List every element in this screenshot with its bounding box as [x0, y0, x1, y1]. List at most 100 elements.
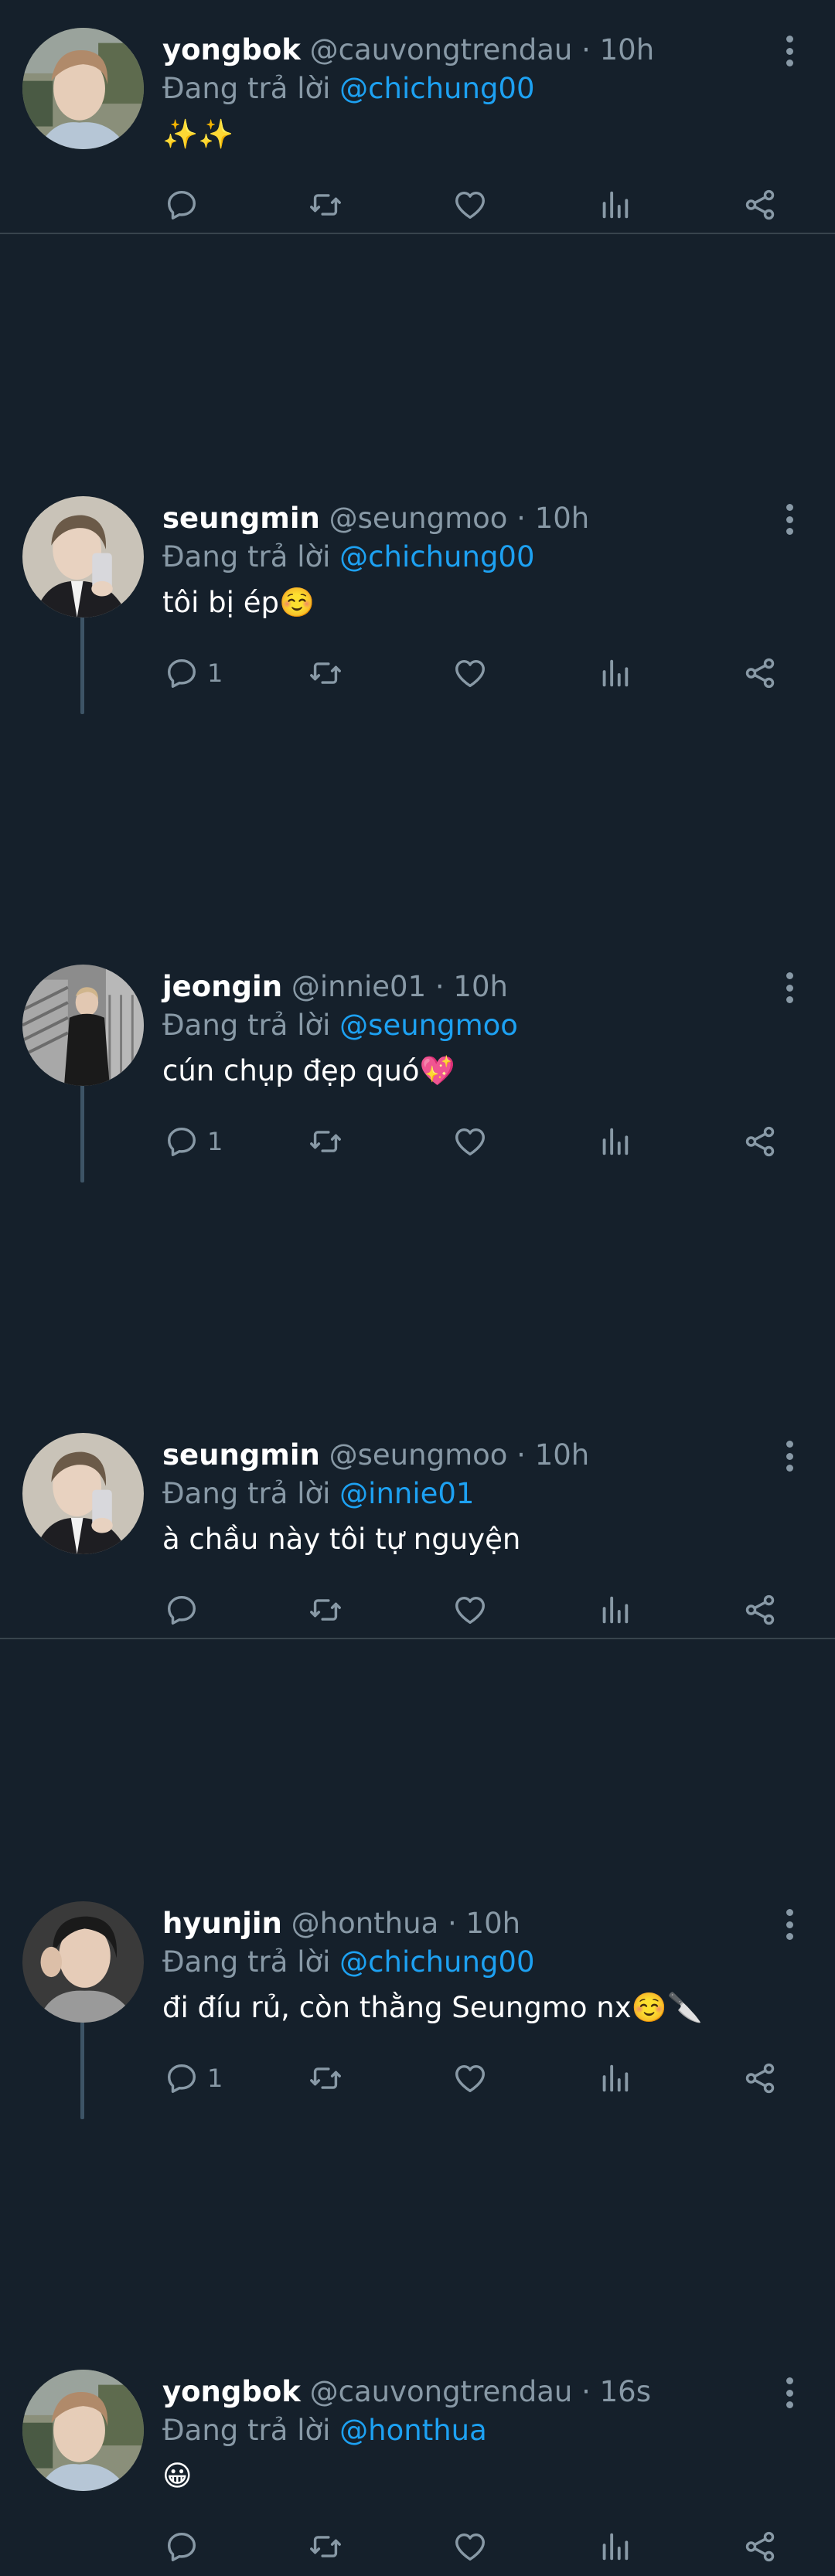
like-button[interactable] — [452, 1589, 488, 1631]
timestamp[interactable]: 10h — [535, 1438, 590, 1472]
avatar[interactable] — [22, 496, 144, 618]
tweet-header: hyunjin @honthua · 10h — [162, 1906, 742, 1941]
reply-button[interactable] — [164, 1589, 207, 1631]
reply-icon — [167, 2064, 196, 2093]
like-button[interactable] — [452, 2526, 488, 2567]
tweet-text: ✨✨ — [162, 117, 234, 151]
share-icon — [745, 658, 775, 689]
like-button[interactable] — [452, 1121, 488, 1162]
reply-button[interactable] — [164, 2526, 207, 2567]
separator-dot: · — [581, 33, 591, 66]
share-button[interactable] — [742, 1589, 778, 1631]
retweet-button[interactable] — [308, 2526, 343, 2567]
tweet[interactable]: yongbok @cauvongtrendau · 16s Đang trả l… — [0, 2342, 835, 2576]
more-vertical-icon[interactable] — [778, 36, 801, 66]
avatar[interactable] — [22, 965, 144, 1086]
share-icon — [745, 2063, 775, 2094]
user-handle[interactable]: @seungmoo — [329, 502, 508, 535]
avatar[interactable] — [22, 2370, 144, 2491]
views-button[interactable] — [597, 1589, 632, 1631]
replying-to-handle[interactable]: @honthua — [339, 2414, 487, 2447]
timestamp[interactable]: 16s — [600, 2375, 651, 2408]
reply-count: 1 — [207, 1127, 223, 1156]
reply-button[interactable]: 1 — [164, 2057, 223, 2099]
avatar[interactable] — [22, 1433, 144, 1554]
like-button[interactable] — [452, 652, 488, 694]
timestamp[interactable]: 10h — [535, 502, 590, 535]
retweet-icon — [310, 662, 341, 684]
more-vertical-icon[interactable] — [778, 504, 801, 535]
replying-to-handle[interactable]: @chichung00 — [339, 72, 534, 105]
user-handle[interactable]: @cauvongtrendau — [310, 33, 573, 66]
retweet-button[interactable] — [308, 652, 343, 694]
display-name[interactable]: seungmin — [162, 1438, 320, 1472]
share-button[interactable] — [742, 184, 778, 226]
more-vertical-icon[interactable] — [778, 2377, 801, 2408]
avatar[interactable] — [22, 28, 144, 149]
heart-icon — [455, 2064, 485, 2093]
retweet-button[interactable] — [308, 184, 343, 226]
replying-to-handle[interactable]: @innie01 — [339, 1477, 474, 1510]
user-handle[interactable]: @honthua — [291, 1907, 439, 1940]
display-name[interactable]: jeongin — [162, 970, 282, 1003]
views-button[interactable] — [597, 652, 632, 694]
user-handle[interactable]: @cauvongtrendau — [310, 2375, 573, 2408]
user-handle[interactable]: @seungmoo — [329, 1438, 508, 1472]
like-button[interactable] — [452, 184, 488, 226]
replying-to-handle[interactable]: @chichung00 — [339, 540, 534, 573]
timestamp[interactable]: 10h — [466, 1907, 521, 1940]
share-button[interactable] — [742, 1121, 778, 1162]
share-icon — [745, 1594, 775, 1625]
heart-icon — [455, 191, 485, 219]
retweet-button[interactable] — [308, 2057, 343, 2099]
more-vertical-icon[interactable] — [778, 1441, 801, 1472]
tweet[interactable]: jeongin @innie01 · 10h Đang trả lời @seu… — [0, 937, 835, 1183]
display-name[interactable]: yongbok — [162, 33, 301, 66]
share-button[interactable] — [742, 2057, 778, 2099]
tweet-header: yongbok @cauvongtrendau · 10h — [162, 32, 742, 68]
display-name[interactable]: seungmin — [162, 502, 320, 535]
heart-icon — [455, 2533, 485, 2561]
like-button[interactable] — [452, 2057, 488, 2099]
share-button[interactable] — [742, 652, 778, 694]
tweet-text: tôi bị ép☺️ — [162, 586, 315, 619]
reply-button[interactable]: 1 — [164, 652, 223, 694]
views-icon — [602, 659, 629, 687]
retweet-button[interactable] — [308, 1589, 343, 1631]
display-name[interactable]: yongbok — [162, 2375, 301, 2408]
heart-icon — [455, 659, 485, 688]
timestamp[interactable]: 10h — [600, 33, 655, 66]
views-icon — [602, 2533, 629, 2561]
views-button[interactable] — [597, 184, 632, 226]
replying-to-handle[interactable]: @chichung00 — [339, 1945, 534, 1979]
views-button[interactable] — [597, 2526, 632, 2567]
timestamp[interactable]: 10h — [453, 970, 508, 1003]
display-name[interactable]: hyunjin — [162, 1907, 282, 1940]
heart-icon — [455, 1128, 485, 1156]
reply-button[interactable] — [164, 184, 207, 226]
share-icon — [745, 2531, 775, 2562]
tweet-header: seungmin @seungmoo · 10h — [162, 1438, 742, 1473]
views-button[interactable] — [597, 1121, 632, 1162]
tweet[interactable]: hyunjin @honthua · 10h Đang trả lời @chi… — [0, 1873, 835, 2119]
share-button[interactable] — [742, 2526, 778, 2567]
retweet-icon — [310, 1131, 341, 1152]
avatar[interactable] — [22, 1901, 144, 2023]
tweet[interactable]: seungmin @seungmoo · 10h Đang trả lời @i… — [0, 1405, 835, 1639]
retweet-button[interactable] — [308, 1121, 343, 1162]
more-vertical-icon[interactable] — [778, 972, 801, 1003]
replying-to-label: Đang trả lời — [162, 2414, 331, 2447]
more-vertical-icon[interactable] — [778, 1909, 801, 1940]
heart-icon — [455, 1596, 485, 1625]
reply-button[interactable]: 1 — [164, 1121, 223, 1162]
views-button[interactable] — [597, 2057, 632, 2099]
user-handle[interactable]: @innie01 — [291, 970, 426, 1003]
replying-to: Đang trả lời @seungmoo — [162, 1008, 518, 1043]
tweet[interactable]: yongbok @cauvongtrendau · 10h Đang trả l… — [0, 0, 835, 234]
tweet[interactable]: seungmin @seungmoo · 10h Đang trả lời @c… — [0, 468, 835, 714]
views-icon — [602, 1128, 629, 1155]
tweet-text: 😀 — [162, 2459, 193, 2493]
reply-icon — [167, 1595, 196, 1625]
replying-to: Đang trả lời @chichung00 — [162, 71, 535, 107]
replying-to-handle[interactable]: @seungmoo — [339, 1009, 518, 1042]
